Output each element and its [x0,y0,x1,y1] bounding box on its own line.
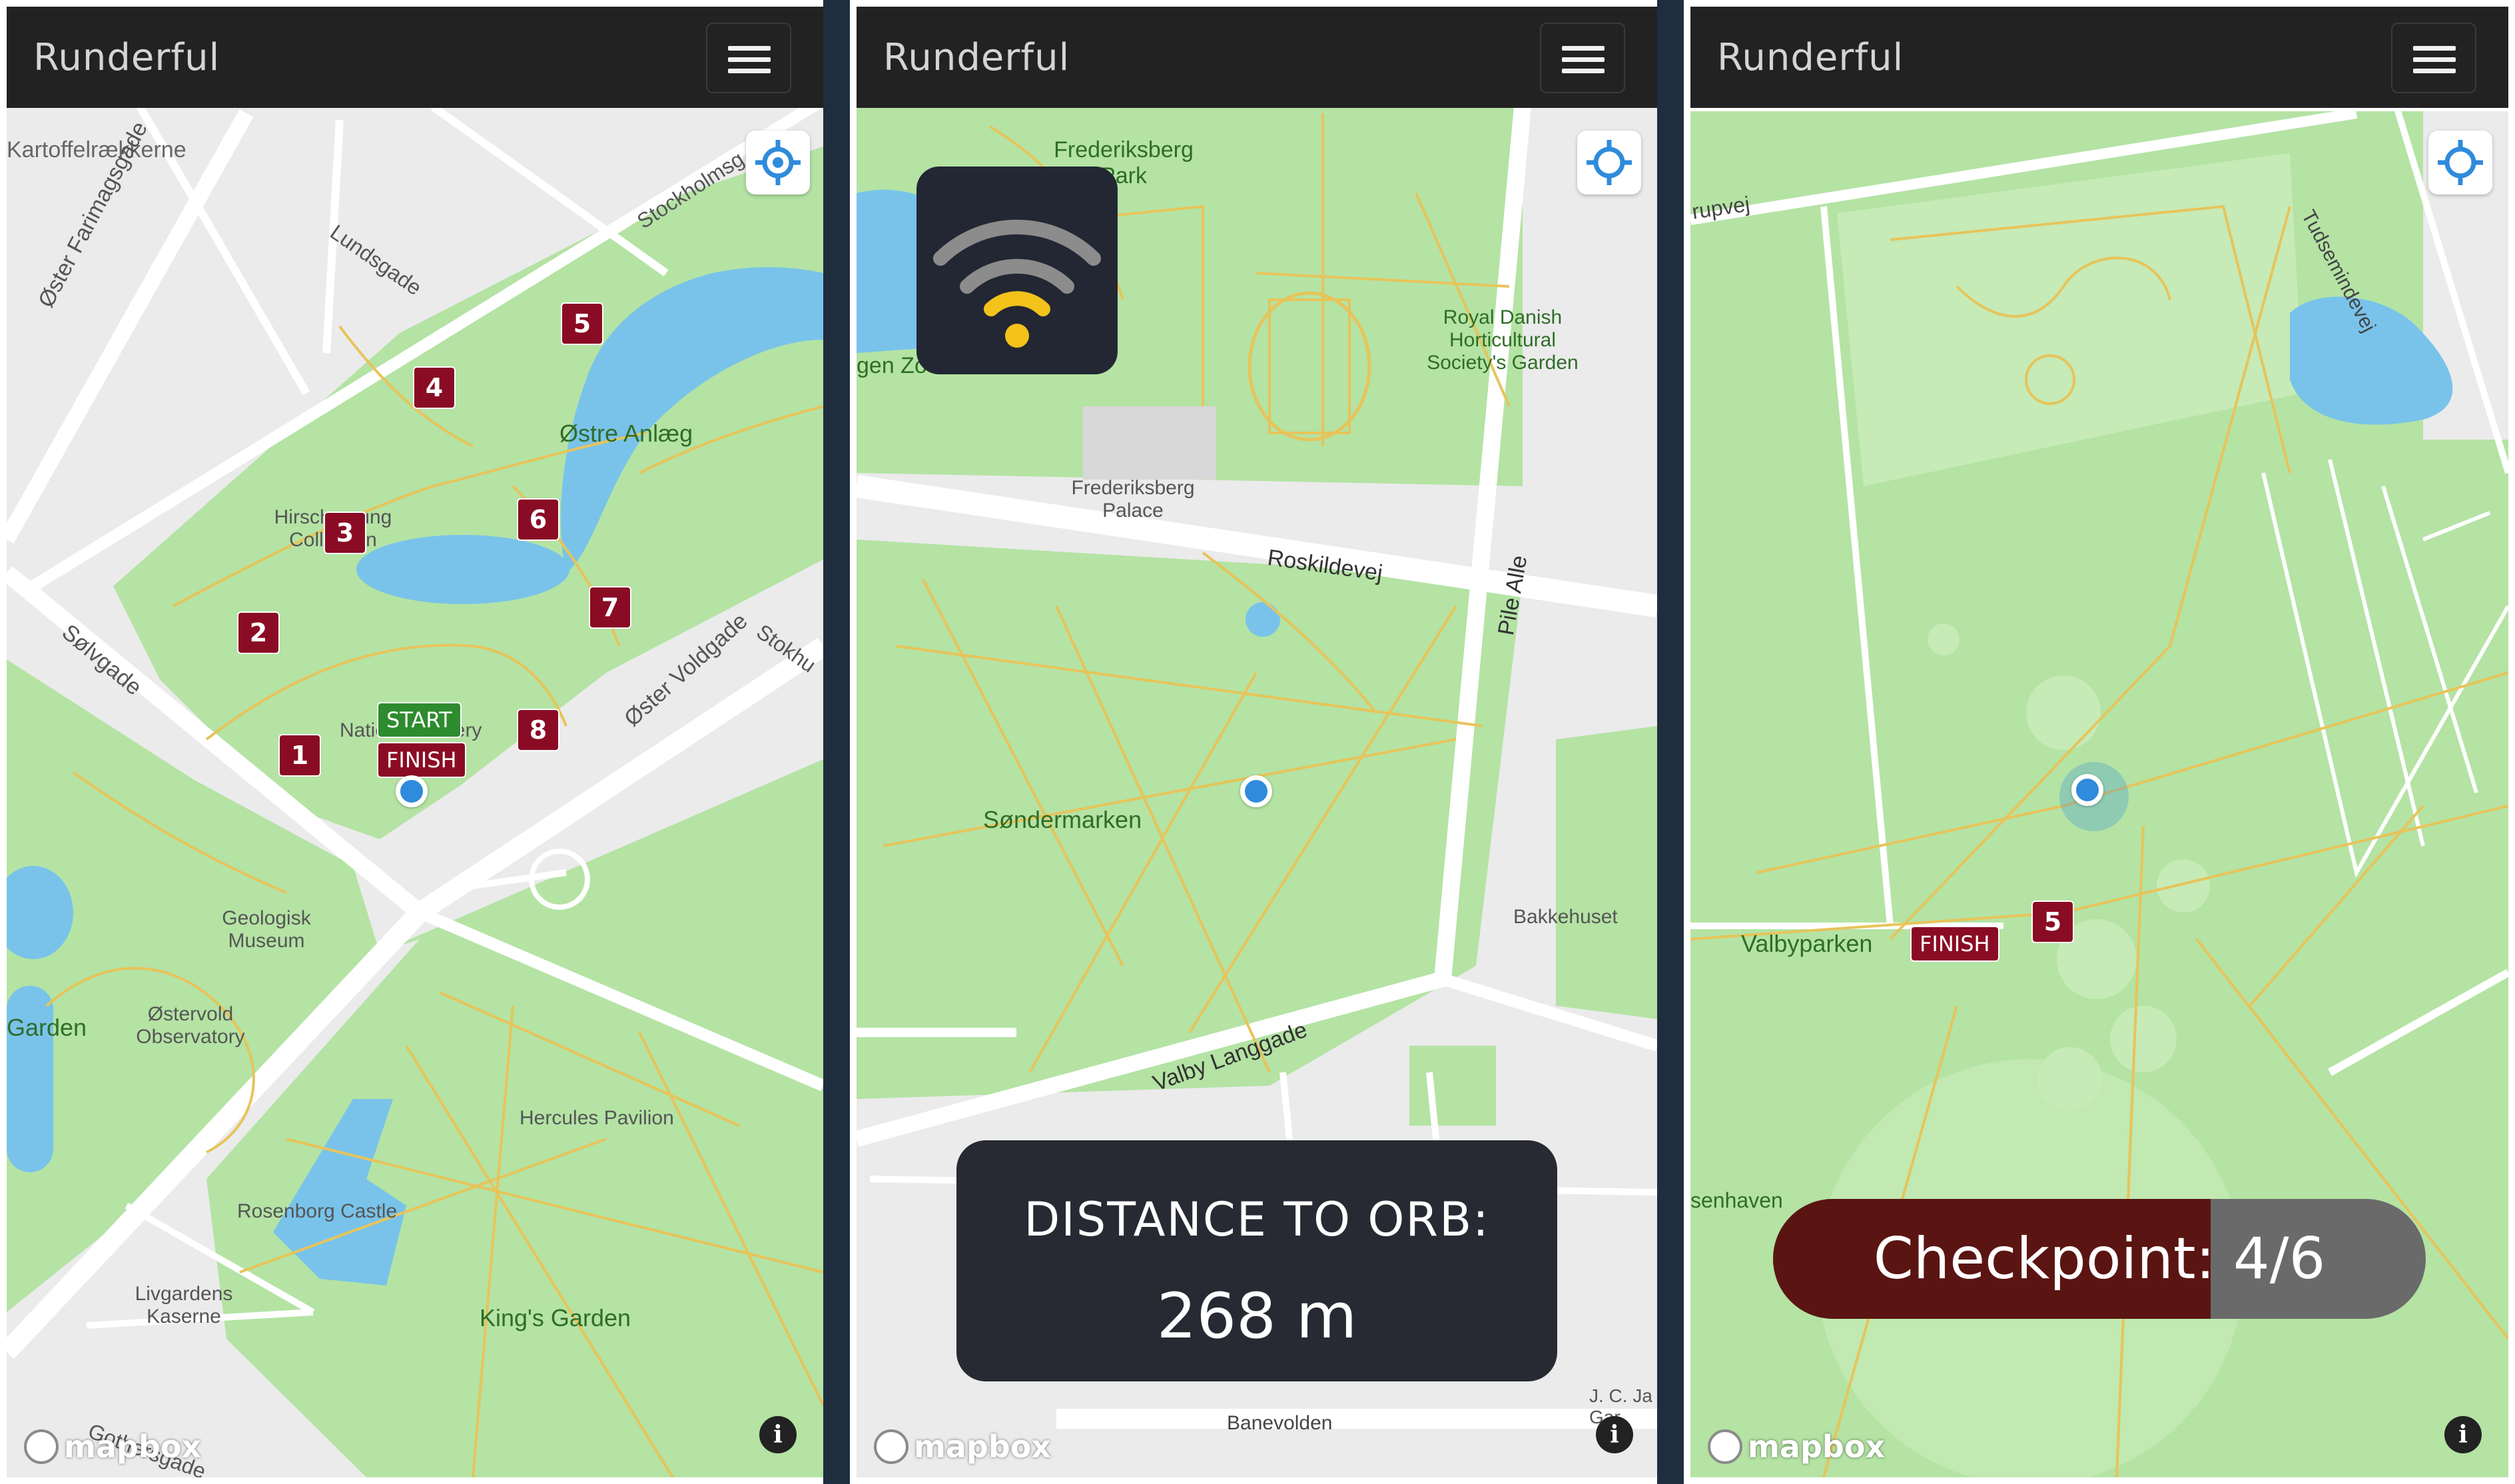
checkpoint-marker-8[interactable]: 8 [517,709,559,751]
menu-button[interactable] [1540,23,1625,93]
checkpoint-marker-4[interactable]: 4 [413,366,456,409]
map-label: Valbyparken [1741,930,1873,957]
checkpoint-marker-1[interactable]: 1 [278,734,321,777]
wifi-icon [933,219,1101,348]
map-label: senhaven [1690,1188,1783,1212]
checkpoint-text: Checkpoint: 4/6 [1773,1226,2426,1292]
locate-button[interactable] [2428,131,2492,194]
map-label: Bakkehuset [1513,906,1618,928]
screen-offline-distance: Runderful Frederiksberg Park gen Zo Roya… [857,7,1657,1477]
map-label: Østervold Observatory [136,1003,245,1048]
crosshair-icon [755,140,801,185]
crosshair-icon [2438,140,2483,185]
checkpoint-marker-5[interactable]: 5 [561,302,603,345]
user-location-dot [1240,775,1272,807]
distance-to-orb-panel: DISTANCE TO ORB: 268 m [956,1140,1557,1381]
finish-tag[interactable]: FINISH [377,742,466,778]
locate-button[interactable] [1577,131,1641,194]
screen-route-overview: Runderful Kartoffelrækkerne Øster Farima… [7,7,823,1477]
mapbox-logo: mapbox [874,1427,1051,1467]
info-icon[interactable]: i [1596,1416,1633,1453]
map-label: Royal Danish Horticultural Society's Gar… [1427,306,1579,374]
checkpoint-marker-6[interactable]: 6 [517,498,559,541]
hamburger-icon-line [1562,57,1605,62]
distance-value: 268 m [1156,1280,1357,1353]
hamburger-icon [2413,46,2456,51]
panel-divider-2 [1657,0,1684,1484]
map-label: Geologisk Museum [222,907,311,952]
hamburger-icon-line [2413,57,2456,62]
signal-status-card [916,167,1118,374]
app-title: Runderful [1717,36,1904,79]
menu-button[interactable] [2391,23,2476,93]
hamburger-icon-line [728,57,771,62]
panel-divider-1 [823,0,850,1484]
mapbox-logo-text: mapbox [914,1429,1052,1465]
app-title: Runderful [33,36,220,79]
hamburger-icon [728,46,771,51]
map-label: Banevolden [1227,1412,1333,1434]
checkpoint-label: Checkpoint: [1873,1226,2215,1292]
mapbox-logo: mapbox [24,1427,201,1467]
checkpoint-progress-bar: Checkpoint: 4/6 [1773,1199,2426,1319]
checkpoint-marker-2[interactable]: 2 [237,611,280,654]
distance-label: DISTANCE TO ORB: [1024,1192,1490,1247]
checkpoint-value: 4/6 [2233,1226,2326,1292]
menu-button[interactable] [706,23,791,93]
map-label: Garden [7,1014,87,1041]
hamburger-icon-line [728,69,771,73]
app-header: Runderful [7,7,823,108]
hamburger-icon [1562,46,1605,51]
locate-button[interactable] [746,131,810,194]
hamburger-icon-line [2413,69,2456,73]
app-header: Runderful [1690,7,2508,108]
checkpoint-marker-5[interactable]: 5 [2031,901,2074,943]
checkpoint-marker-3[interactable]: 3 [324,512,366,554]
user-location-dot [2071,774,2103,806]
finish-tag[interactable]: FINISH [1910,926,1999,962]
user-location-dot [396,775,428,807]
checkpoint-marker-7[interactable]: 7 [589,586,631,629]
info-icon[interactable]: i [759,1416,797,1453]
crosshair-icon [1587,140,1632,185]
start-tag[interactable]: START [377,702,462,738]
mapbox-logo-text: mapbox [1748,1429,1886,1465]
map-label: Rosenborg Castle [237,1200,398,1222]
mapbox-logo-icon [1708,1429,1742,1464]
mapbox-logo: mapbox [1708,1427,1885,1467]
map-label: King's Garden [480,1304,631,1331]
hamburger-icon-line [1562,69,1605,73]
map-label: Kartoffelrækkerne [7,137,186,163]
mapbox-logo-icon [24,1429,59,1464]
screen-checkpoint-progress: Runderful rupvej Tudsemindevej Valbypark… [1690,7,2508,1477]
map-label: Søndermarken [983,806,1142,833]
mapbox-logo-icon [874,1429,908,1464]
info-icon[interactable]: i [2444,1416,2482,1453]
map-label: Østre Anlæg [559,420,693,447]
map-label: Frederiksberg Palace [1071,477,1195,522]
map-label: Hercules Pavilion [520,1107,674,1129]
app-header: Runderful [857,7,1657,108]
map-label: Livgardens Kaserne [135,1283,233,1327]
mapbox-logo-text: mapbox [64,1429,202,1465]
app-title: Runderful [883,36,1070,79]
